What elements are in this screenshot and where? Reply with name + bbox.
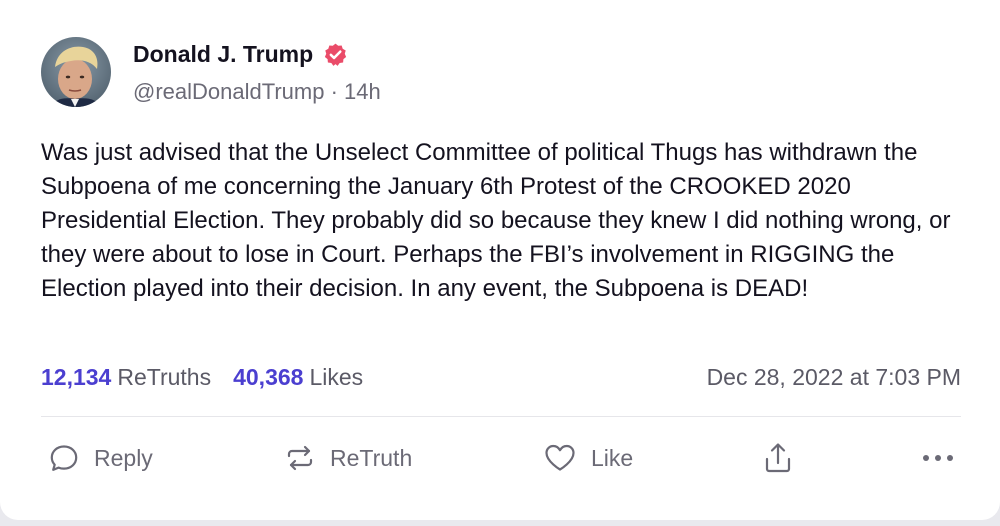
avatar-image (41, 37, 111, 107)
avatar[interactable] (41, 37, 111, 107)
share-icon (762, 441, 794, 475)
retruths-count: 12,134 (41, 363, 112, 390)
more-options-button[interactable] (920, 438, 956, 478)
likes-stat[interactable]: 40,368 Likes (233, 364, 363, 391)
post-age[interactable]: 14h (344, 79, 381, 104)
more-icon (920, 452, 956, 464)
separator-dot: · (324, 79, 345, 104)
share-button[interactable] (762, 438, 794, 478)
author-handle-line: @realDonaldTrump · 14h (133, 78, 381, 106)
divider (41, 416, 961, 417)
likes-count: 40,368 (233, 363, 304, 390)
retruth-label: ReTruth (330, 444, 413, 471)
post-stats: 12,134 ReTruths 40,368 Likes Dec 28, 2022 … (41, 362, 961, 392)
author-display-name[interactable]: Donald J. Trump (133, 40, 348, 68)
like-label: Like (591, 444, 634, 471)
retruth-button[interactable]: ReTruth (284, 438, 412, 478)
post-body: Was just advised that the Unselect Commi… (41, 139, 951, 302)
author-name-text: Donald J. Trump (133, 41, 314, 67)
heart-icon (543, 442, 577, 474)
author-handle[interactable]: @realDonaldTrump (133, 79, 324, 104)
retruths-label: ReTruths (117, 363, 212, 390)
reply-label: Reply (94, 444, 153, 471)
verified-badge-icon (323, 42, 348, 67)
retruths-stat[interactable]: 12,134 ReTruths (41, 364, 211, 391)
retruth-icon (284, 442, 316, 474)
likes-label: Likes (309, 363, 364, 390)
post-card: Donald J. Trump @realDonaldTrump · 14h W… (0, 0, 1000, 520)
post-timestamp: Dec 28, 2022 at 7:03 PM (706, 363, 961, 390)
like-button[interactable]: Like (543, 438, 633, 478)
reply-button[interactable]: Reply (48, 438, 153, 478)
reply-icon (48, 442, 80, 474)
action-bar: Reply ReTruth Like (0, 438, 1000, 478)
